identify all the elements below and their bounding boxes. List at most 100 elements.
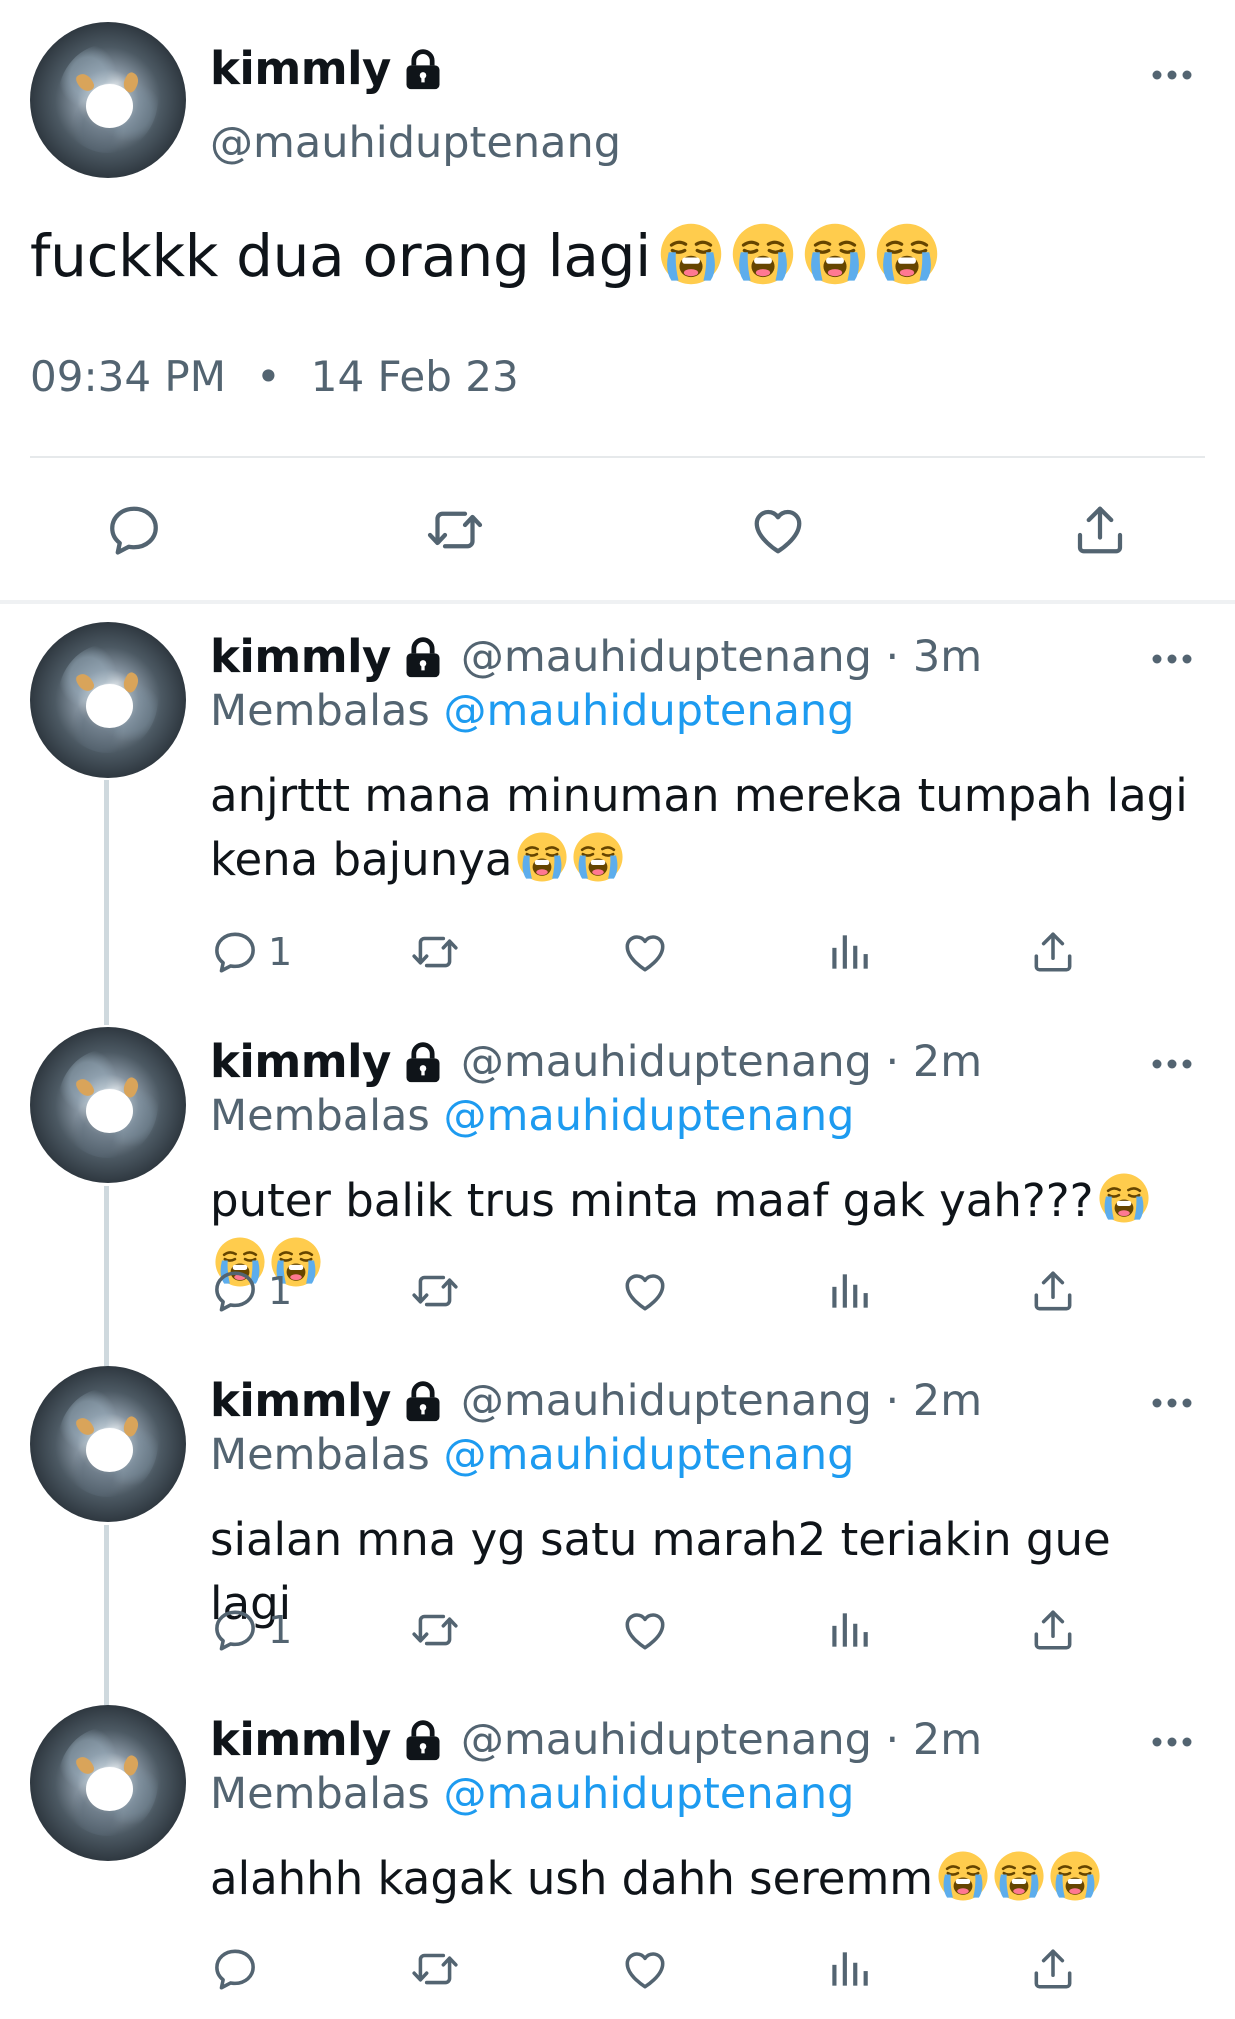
views-button[interactable] xyxy=(824,1263,874,1319)
reply-button[interactable] xyxy=(210,1941,268,1997)
like-button[interactable] xyxy=(620,924,670,980)
avatar[interactable] xyxy=(30,22,186,178)
replying-to-label: Membalas xyxy=(210,1430,430,1480)
like-icon xyxy=(620,1266,670,1316)
author-handle-time[interactable]: @mauhiduptenang · 2m xyxy=(461,1376,982,1426)
meta-separator: • xyxy=(255,352,281,401)
author-handle-time[interactable]: @mauhiduptenang · 3m xyxy=(461,632,982,682)
display-name[interactable]: kimmly xyxy=(210,1713,391,1766)
more-icon[interactable] xyxy=(1150,1057,1194,1071)
reply-text-line: alahhh kagak ush dahh seremm xyxy=(210,1852,934,1905)
replying-to: Membalas @mauhiduptenang xyxy=(210,1769,854,1819)
tweet-time: 09:34 PM xyxy=(30,352,226,401)
loudly-crying-face-icon xyxy=(875,222,939,286)
section-divider xyxy=(0,600,1235,604)
loudly-crying-face-icon xyxy=(731,222,795,286)
views-button[interactable] xyxy=(824,924,874,980)
display-name[interactable]: kimmly xyxy=(210,1374,391,1427)
loudly-crying-face-icon xyxy=(516,831,568,883)
display-name[interactable]: kimmly xyxy=(210,1035,391,1088)
like-icon xyxy=(620,1605,670,1655)
retweet-button[interactable] xyxy=(410,1941,460,1997)
mention-link[interactable]: @mauhiduptenang xyxy=(443,1091,854,1141)
like-button[interactable] xyxy=(620,1602,670,1658)
action-bar: 1 xyxy=(210,1602,1110,1658)
replying-to-label: Membalas xyxy=(210,1091,430,1141)
loudly-crying-face-icon xyxy=(993,1850,1045,1902)
author-name-row: kimmly xyxy=(210,42,445,95)
mention-link[interactable]: @mauhiduptenang xyxy=(443,1769,854,1819)
reply-tweet[interactable]: kimmly @mauhiduptenang · 2m Membalas @ma… xyxy=(0,1705,1235,2019)
reply-count: 1 xyxy=(268,1608,293,1652)
reply-tweet[interactable]: kimmly @mauhiduptenang · 2m Membalas @ma… xyxy=(0,1366,1235,1686)
tweet-text-content: fuckkk dua orang lagi xyxy=(30,222,651,290)
replying-to-label: Membalas xyxy=(210,1769,430,1819)
author-handle[interactable]: @mauhiduptenang xyxy=(210,118,621,168)
mention-link[interactable]: @mauhiduptenang xyxy=(443,1430,854,1480)
author-handle-time[interactable]: @mauhiduptenang · 2m xyxy=(461,1715,982,1765)
action-bar: 1 xyxy=(210,924,1110,980)
reply-button[interactable]: 1 xyxy=(210,924,292,980)
main-tweet: kimmly @mauhiduptenang fuckkk dua orang … xyxy=(0,0,1235,600)
views-button[interactable] xyxy=(824,1602,874,1658)
more-icon[interactable] xyxy=(1150,1735,1194,1749)
avatar[interactable] xyxy=(30,1027,186,1183)
lock-icon xyxy=(401,635,445,679)
reply-button[interactable]: 1 xyxy=(210,1263,292,1319)
share-icon xyxy=(1028,1605,1078,1655)
avatar[interactable] xyxy=(30,1705,186,1861)
retweet-icon xyxy=(410,1605,460,1655)
retweet-button[interactable] xyxy=(410,924,460,980)
share-icon xyxy=(1028,927,1078,977)
reply-icon[interactable] xyxy=(104,500,164,560)
retweet-icon[interactable] xyxy=(425,500,485,560)
reply-tweet[interactable]: kimmly @mauhiduptenang · 3m Membalas @ma… xyxy=(0,622,1235,1002)
reply-icon xyxy=(210,1605,260,1655)
reply-text-line: puter balik trus minta maaf gak yah??? xyxy=(210,1174,1094,1227)
share-button[interactable] xyxy=(1028,1263,1078,1319)
like-icon xyxy=(620,1944,670,1994)
retweet-button[interactable] xyxy=(410,1263,460,1319)
mention-link[interactable]: @mauhiduptenang xyxy=(443,686,854,736)
share-button[interactable] xyxy=(1028,924,1078,980)
share-icon xyxy=(1028,1266,1078,1316)
display-name[interactable]: kimmly xyxy=(210,630,391,683)
like-button[interactable] xyxy=(620,1941,670,1997)
avatar[interactable] xyxy=(30,1366,186,1522)
lock-icon xyxy=(401,1040,445,1084)
share-button[interactable] xyxy=(1028,1941,1078,1997)
author-name-row: kimmly @mauhiduptenang · 3m xyxy=(210,630,982,683)
tweet-text: fuckkk dua orang lagi xyxy=(30,222,939,290)
divider xyxy=(30,456,1205,458)
avatar[interactable] xyxy=(30,622,186,778)
replying-to: Membalas @mauhiduptenang xyxy=(210,686,854,736)
tweet-date: 14 Feb 23 xyxy=(310,352,519,401)
reply-icon xyxy=(210,1266,260,1316)
more-icon[interactable] xyxy=(1150,1396,1194,1410)
retweet-icon xyxy=(410,927,460,977)
views-icon xyxy=(824,927,874,977)
tweet-timestamp[interactable]: 09:34 PM • 14 Feb 23 xyxy=(30,352,519,401)
action-bar: 1 xyxy=(210,1263,1110,1319)
reply-text: anjrttt mana minuman mereka tumpah lagi … xyxy=(210,764,1190,892)
share-icon[interactable] xyxy=(1070,500,1130,560)
reply-count: 1 xyxy=(268,930,293,974)
views-icon xyxy=(824,1266,874,1316)
views-icon xyxy=(824,1944,874,1994)
author-handle-time[interactable]: @mauhiduptenang · 2m xyxy=(461,1037,982,1087)
retweet-button[interactable] xyxy=(410,1602,460,1658)
reply-button[interactable]: 1 xyxy=(210,1602,292,1658)
more-icon[interactable] xyxy=(1150,652,1194,666)
lock-icon xyxy=(401,1379,445,1423)
lock-icon xyxy=(401,47,445,91)
more-icon[interactable] xyxy=(1150,68,1194,82)
share-button[interactable] xyxy=(1028,1602,1078,1658)
like-button[interactable] xyxy=(620,1263,670,1319)
display-name[interactable]: kimmly xyxy=(210,42,391,95)
views-button[interactable] xyxy=(824,1941,874,1997)
loudly-crying-face-icon xyxy=(659,222,723,286)
loudly-crying-face-icon xyxy=(1049,1850,1101,1902)
reply-tweet[interactable]: kimmly @mauhiduptenang · 2m Membalas @ma… xyxy=(0,1027,1235,1347)
retweet-icon xyxy=(410,1944,460,1994)
like-icon[interactable] xyxy=(748,500,808,560)
